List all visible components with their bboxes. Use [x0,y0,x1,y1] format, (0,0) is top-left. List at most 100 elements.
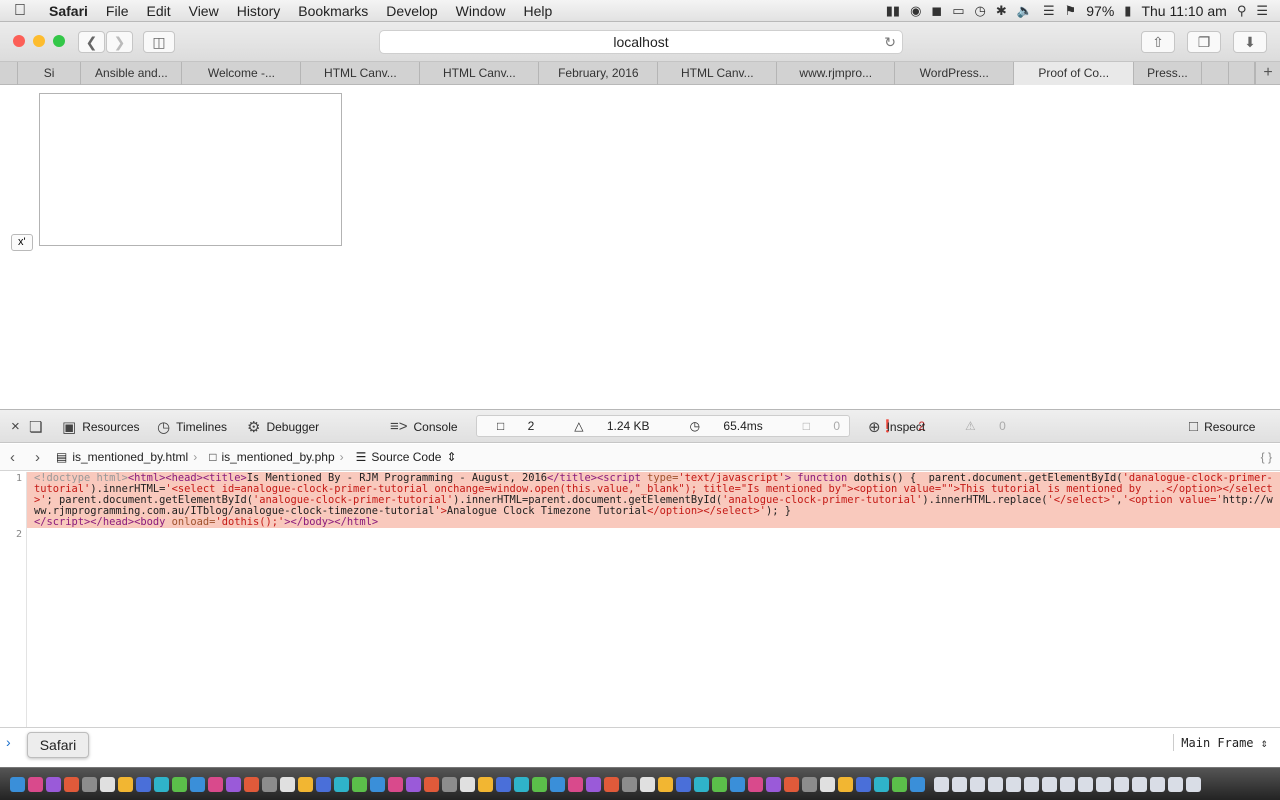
show-all-tabs-button[interactable]: ❐ [1187,31,1221,53]
dock-app-icon[interactable] [82,776,97,792]
dock-app-icon[interactable] [1186,776,1201,792]
share-button[interactable]: ⇧ [1141,31,1175,53]
tab-console[interactable]: ≡> Console [390,410,458,443]
dock-app-icon[interactable] [316,776,331,792]
back-button[interactable]: ❮ [78,31,105,53]
dock-app-icon[interactable] [1168,776,1183,792]
dock-app-icon[interactable] [910,776,925,792]
dock-app-icon[interactable] [226,776,241,792]
airplay-icon[interactable]: ▭ [952,3,964,19]
dock-app-icon[interactable] [1096,776,1111,792]
dock-app-icon[interactable] [118,776,133,792]
dock-app-icon[interactable] [496,776,511,792]
dock-app-icon[interactable] [190,776,205,792]
dock-app-icon[interactable] [550,776,565,792]
close-inspector-button[interactable]: × [11,410,20,443]
dock-app-icon[interactable] [1060,776,1075,792]
minimize-window-button[interactable] [33,35,45,47]
forward-button[interactable]: ❯ [106,31,133,53]
dock-app-icon[interactable] [586,776,601,792]
dock-app-icon[interactable] [1114,776,1129,792]
menu-bookmarks[interactable]: Bookmarks [289,3,377,19]
tab-0[interactable]: Si [18,62,82,85]
menubar-clock[interactable]: Thu 11:10 am [1141,3,1226,19]
tab-2[interactable]: Welcome -... [182,62,302,85]
downloads-button[interactable]: ⬇ [1233,31,1267,53]
dock-app-icon[interactable] [802,776,817,792]
dock-app-icon[interactable] [934,776,949,792]
dock-app-icon[interactable] [352,776,367,792]
battery-icon[interactable]: ▮ [1124,3,1131,19]
tab-7[interactable]: www.rjmpro... [777,62,896,85]
bluetooth-icon[interactable]: ✱ [996,3,1007,19]
tab-debugger[interactable]: ⚙ Debugger [247,410,319,443]
tab-3[interactable]: HTML Canv... [301,62,421,85]
dock-app-icon[interactable] [748,776,763,792]
dock-app-icon[interactable] [1024,776,1039,792]
dock-app-icon[interactable] [388,776,403,792]
menu-file[interactable]: File [97,3,138,19]
resource-sidebar-button[interactable]: □ Resource [1189,410,1255,443]
dock-app-icon[interactable] [370,776,385,792]
dock-app-icon[interactable] [730,776,745,792]
warning-count[interactable]: ⚠ 0 [945,419,1026,433]
menu-help[interactable]: Help [514,3,561,19]
resource-count[interactable]: □ 2 [477,419,554,433]
dock-app-icon[interactable] [712,776,727,792]
tab-6[interactable]: HTML Canv... [658,62,778,85]
sidebar-toggle-button[interactable]: ◫ [143,31,175,53]
menu-safari[interactable]: Safari [40,3,97,19]
inspect-button[interactable]: ⊕ Inspect [868,410,925,443]
breadcrumb-php-file[interactable]: □ is_mentioned_by.php › [203,450,349,464]
dock-app-icon[interactable] [1150,776,1165,792]
tab-resources[interactable]: ▣ Resources [62,410,140,443]
log-count[interactable]: □ 0 [783,419,860,433]
console-prompt-bar[interactable]: › Main Frame ⇕ [0,727,1280,757]
dock-app-icon[interactable] [766,776,781,792]
volume-icon[interactable]: 🔈 [1017,3,1033,19]
reload-icon[interactable]: ↻ [884,31,896,53]
menu-develop[interactable]: Develop [377,3,446,19]
resource-size[interactable]: △ 1.24 KB [554,419,669,433]
dock-app-icon[interactable] [952,776,967,792]
pretty-print-icon[interactable]: { } [1261,450,1280,464]
dock-app-icon[interactable] [622,776,637,792]
wifi-icon[interactable]: ☰ [1043,3,1055,19]
tab-9-active[interactable]: Proof of Co... [1014,62,1135,85]
breadcrumb-html-file[interactable]: ▤ is_mentioned_by.html › [50,450,203,464]
tab-10[interactable]: Press... [1134,62,1202,85]
dock-app-icon[interactable] [136,776,151,792]
new-tab-button[interactable]: + [1255,62,1280,85]
time-machine-icon[interactable]: ◷ [975,3,986,19]
nav-back-icon[interactable]: ‹ [0,449,25,466]
dock-app-icon[interactable] [532,776,547,792]
dock-app-icon[interactable] [784,776,799,792]
dock-app-icon[interactable] [988,776,1003,792]
spotlight-search-icon[interactable]: ⚲ [1237,3,1247,19]
dock-app-icon[interactable] [460,776,475,792]
dock-app-icon[interactable] [892,776,907,792]
dock-app-icon[interactable] [568,776,583,792]
close-window-button[interactable] [13,35,25,47]
dropbox-icon[interactable]: ◼ [931,3,942,19]
dock-app-icon[interactable] [1042,776,1057,792]
status-circle-icon[interactable]: ◉ [910,3,921,19]
tab-1[interactable]: Ansible and... [81,62,183,85]
dock-app-icon[interactable] [970,776,985,792]
x-button[interactable]: x' [11,234,33,251]
notification-center-icon[interactable]: ☰ [1256,3,1268,19]
dock-app-icon[interactable] [298,776,313,792]
dock-app-icon[interactable] [64,776,79,792]
dock-app-icon[interactable] [280,776,295,792]
detach-inspector-button[interactable]: ❏ [29,410,42,443]
menu-window[interactable]: Window [447,3,515,19]
dock-app-icon[interactable] [694,776,709,792]
zoom-window-button[interactable] [53,35,65,47]
dock-app-icon[interactable] [856,776,871,792]
flag-icon[interactable]: ⚑ [1065,3,1077,19]
menu-view[interactable]: View [180,3,228,19]
apple-menu-icon[interactable]:  [0,2,40,20]
tab-8[interactable]: WordPress... [895,62,1015,85]
tab-4[interactable]: HTML Canv... [420,62,540,85]
menu-edit[interactable]: Edit [137,3,179,19]
